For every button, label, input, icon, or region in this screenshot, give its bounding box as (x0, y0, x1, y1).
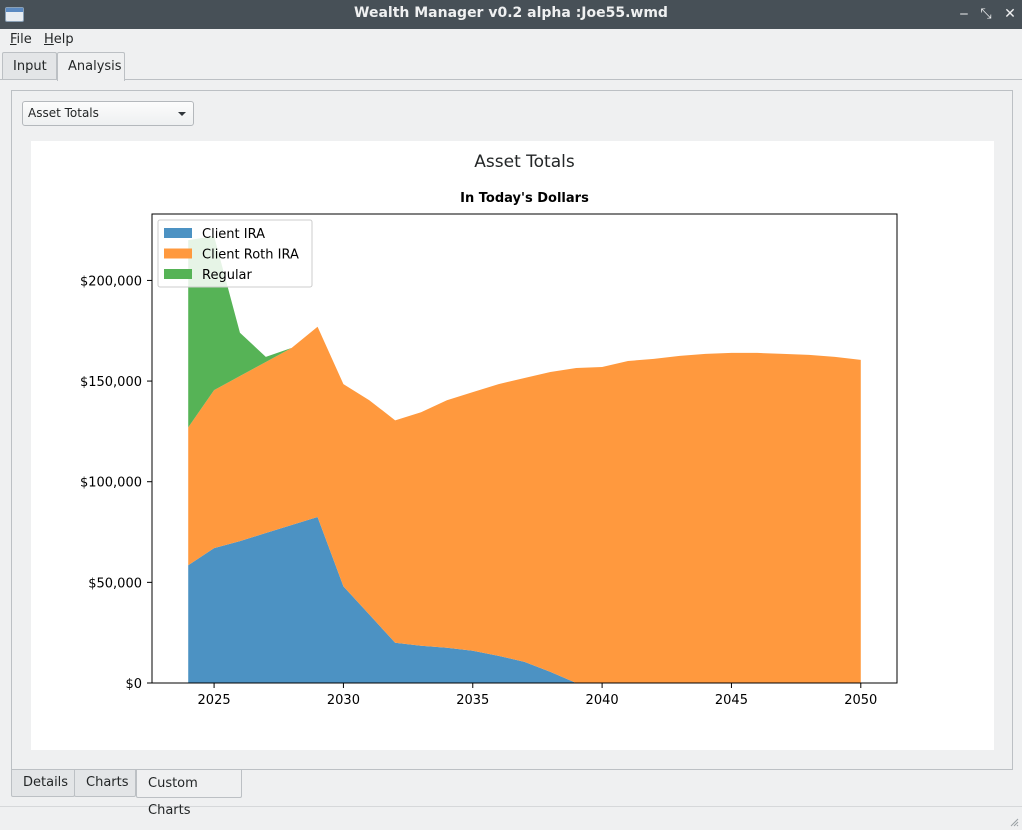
chart-selector-value: Asset Totals (28, 106, 99, 120)
menubar: File Help (0, 29, 1022, 51)
legend-label: Client IRA (202, 227, 265, 242)
chevron-down-icon (178, 112, 186, 116)
x-tick-label: 2050 (844, 693, 877, 708)
tab-details[interactable]: Details (11, 770, 75, 797)
resize-grip-icon[interactable] (1009, 817, 1019, 827)
legend-swatch (164, 248, 192, 259)
restore-icon[interactable]: ⤡ (977, 5, 995, 23)
legend-swatch (164, 269, 192, 279)
chart-selector-dropdown[interactable]: Asset Totals (22, 101, 194, 126)
chart-subtitle: In Today's Dollars (460, 191, 589, 206)
chart-canvas: Asset Totals In Today's Dollars 2025 2030 20… (31, 141, 994, 750)
legend-label: Regular (202, 268, 253, 283)
legend-label: Client Roth IRA (202, 248, 299, 263)
tab-analysis[interactable]: Analysis (57, 52, 125, 81)
menu-file[interactable]: File (10, 32, 32, 47)
y-tick-label: $150,000 (80, 375, 142, 390)
window-title: Wealth Manager v0.2 alpha :Joe55.wmd (354, 5, 668, 21)
y-tick-label: $0 (125, 677, 142, 692)
y-tick-label: $50,000 (88, 576, 142, 591)
tab-charts[interactable]: Charts (74, 770, 136, 797)
legend-swatch (164, 228, 192, 238)
minimize-icon[interactable]: ‒ (955, 5, 973, 23)
tab-input[interactable]: Input (2, 52, 57, 80)
window-titlebar: Wealth Manager v0.2 alpha :Joe55.wmd ‒ ⤡… (0, 0, 1022, 29)
x-tick-label: 2040 (586, 693, 619, 708)
y-tick-label: $200,000 (80, 274, 142, 289)
x-tick-label: 2035 (456, 693, 489, 708)
asset-totals-chart: Asset Totals In Today's Dollars 2025 2030 20… (80, 152, 898, 708)
close-icon[interactable]: ✕ (1001, 5, 1019, 23)
menu-help[interactable]: Help (44, 32, 74, 47)
chart-title: Asset Totals (474, 152, 575, 172)
y-tick-label: $100,000 (80, 476, 142, 491)
x-tick-label: 2025 (198, 693, 231, 708)
x-tick-label: 2030 (327, 693, 360, 708)
tab-custom-charts[interactable]: Custom Charts (136, 770, 242, 818)
x-tick-label: 2045 (715, 693, 748, 708)
